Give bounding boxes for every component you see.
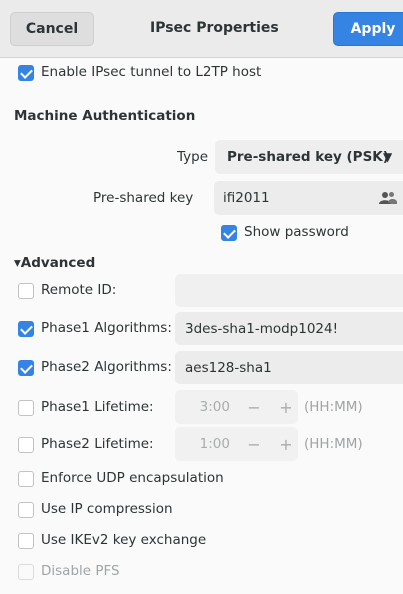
users-icon[interactable] [379,191,397,205]
phase2-lifetime-unit: (HH:MM) [304,436,363,452]
phase1-algorithms-value: 3des-sha1-modp1024! [185,320,339,337]
type-label: Type [177,149,209,165]
phase2-algorithms-label: Phase2 Algorithms: [41,359,172,375]
phase1-lifetime-label: Phase1 Lifetime: [41,399,154,415]
psk-field[interactable]: ifi2011 [214,181,403,215]
phase1-algorithms-field[interactable]: 3des-sha1-modp1024! [175,312,403,345]
type-dropdown[interactable]: Pre-shared key (PSK) ▼ [215,140,403,174]
enable-ipsec-checkbox[interactable] [18,65,34,81]
psk-label: Pre-shared key [93,190,194,206]
phase2-algorithms-field[interactable]: aes128-sha1 [175,351,403,384]
type-dropdown-value: Pre-shared key (PSK) [227,149,389,165]
machine-auth-heading: Machine Authentication [14,108,196,124]
phase1-lifetime-value: 3:00 [199,399,230,415]
ip-compression-checkbox[interactable] [18,502,34,518]
cancel-button[interactable]: Cancel [10,12,94,46]
header-bar: Cancel IPsec Properties Apply [0,0,403,58]
ip-compression-label: Use IP compression [41,501,173,517]
enable-ipsec-label: Enable IPsec tunnel to L2TP host [41,64,262,80]
phase1-lifetime-spinner[interactable]: 3:00 − + [175,390,298,424]
chevron-down-icon: ▼ [383,150,393,164]
enforce-udp-checkbox[interactable] [18,471,34,487]
enforce-udp-label: Enforce UDP encapsulation [41,470,224,486]
phase1-lifetime-unit: (HH:MM) [304,399,363,415]
phase2-lifetime-label: Phase2 Lifetime: [41,436,154,452]
ikev2-label: Use IKEv2 key exchange [41,532,207,548]
apply-button[interactable]: Apply [333,12,403,46]
phase1-algorithms-label: Phase1 Algorithms: [41,320,172,336]
plus-icon[interactable]: + [275,390,297,424]
ikev2-checkbox[interactable] [18,533,34,549]
advanced-expander[interactable]: ▾Advanced [14,255,95,271]
remote-id-field[interactable] [175,274,403,307]
phase2-lifetime-checkbox[interactable] [18,437,34,453]
phase2-algorithms-checkbox[interactable] [18,360,34,376]
remote-id-label: Remote ID: [41,282,117,298]
show-password-checkbox[interactable] [221,225,237,241]
disable-pfs-label: Disable PFS [41,563,120,579]
phase1-algorithms-checkbox[interactable] [18,321,34,337]
expander-icon: ▾ [14,255,21,271]
phase2-algorithms-value: aes128-sha1 [185,359,272,376]
disable-pfs-checkbox [18,564,34,580]
plus-icon[interactable]: + [275,427,297,461]
dialog-title: IPsec Properties [150,20,279,36]
phase2-lifetime-value: 1:00 [199,436,230,452]
remote-id-checkbox[interactable] [18,283,34,299]
phase2-lifetime-spinner[interactable]: 1:00 − + [175,427,298,461]
minus-icon[interactable]: − [243,390,265,424]
minus-icon[interactable]: − [243,427,265,461]
phase1-lifetime-checkbox[interactable] [18,400,34,416]
advanced-heading: Advanced [20,255,96,271]
show-password-label: Show password [244,224,349,240]
psk-value: ifi2011 [223,190,270,206]
